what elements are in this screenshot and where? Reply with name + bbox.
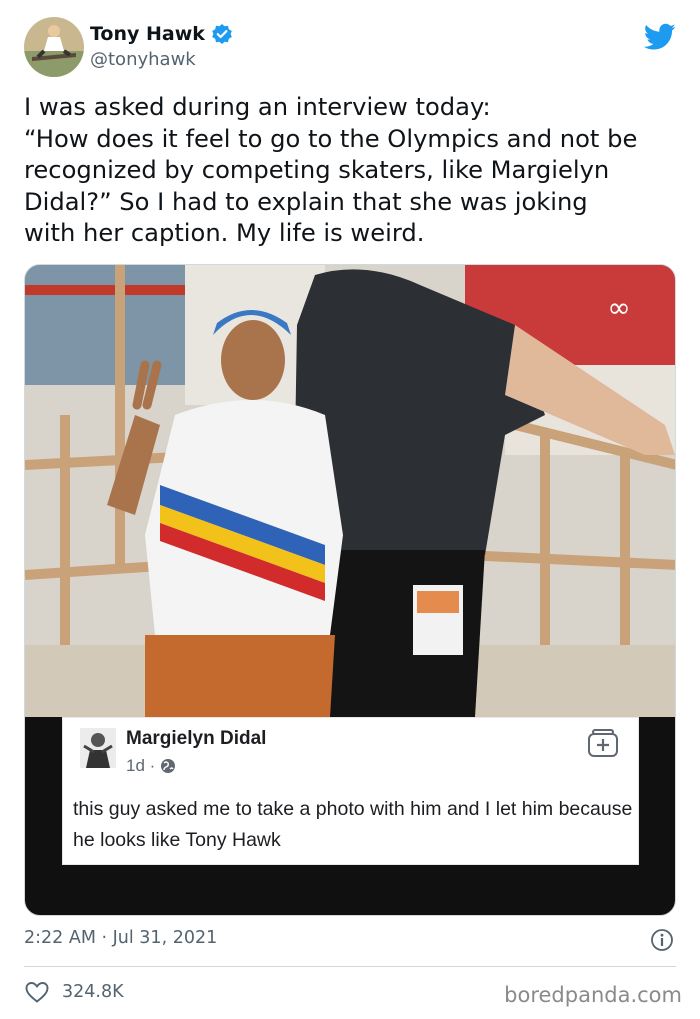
embedded-post: Margielyn Didal 1d · this guy asked me t… — [62, 717, 639, 865]
author-avatar[interactable] — [24, 17, 84, 77]
heart-icon[interactable] — [24, 980, 50, 1004]
tweet-text-line: with her caption. My life is weird. — [24, 219, 425, 247]
save-bookmark-icon — [588, 729, 618, 757]
embedded-post-author: Margielyn Didal — [126, 728, 267, 749]
info-icon[interactable] — [650, 928, 674, 952]
embedded-post-avatar — [80, 728, 116, 768]
tweet-text-line: recognized by competing skaters, like Ma… — [24, 156, 610, 184]
tweet-timestamp[interactable]: 2:22 AM · Jul 31, 2021 — [24, 928, 217, 948]
embedded-post-text: this guy asked me to take a photo with h… — [73, 798, 633, 851]
embedded-post-meta: 1d · — [126, 756, 176, 776]
embedded-post-age: 1d · — [126, 756, 156, 775]
watermark: boredpanda.com — [504, 983, 682, 1007]
tweet-header: Tony Hawk @tonyhawk — [24, 17, 676, 79]
globe-icon — [160, 758, 176, 774]
author-name[interactable]: Tony Hawk — [90, 23, 205, 45]
divider — [24, 966, 676, 967]
photo-image: ∞ — [25, 265, 675, 717]
tweet-text-line: “How does it feel to go to the Olympics … — [24, 124, 638, 153]
tweet-media[interactable]: ∞ Margielyn Didal 1d · this guy asked me… — [24, 264, 676, 916]
like-count: 324.8K — [62, 982, 124, 1002]
svg-text:∞: ∞ — [607, 291, 630, 324]
author-info: Tony Hawk @tonyhawk — [90, 23, 233, 70]
like-action[interactable]: 324.8K — [24, 980, 124, 1004]
tweet-text-line: I was asked during an interview today: — [24, 93, 491, 121]
tweet-body: I was asked during an interview today: “… — [24, 92, 684, 250]
tweet-card: Tony Hawk @tonyhawk I was asked during a… — [0, 0, 700, 1019]
tweet-text-line: Didal?” So I had to explain that she was… — [24, 187, 588, 216]
author-handle[interactable]: @tonyhawk — [90, 49, 233, 70]
verified-badge-icon — [211, 23, 233, 45]
twitter-bird-icon[interactable] — [643, 23, 676, 51]
